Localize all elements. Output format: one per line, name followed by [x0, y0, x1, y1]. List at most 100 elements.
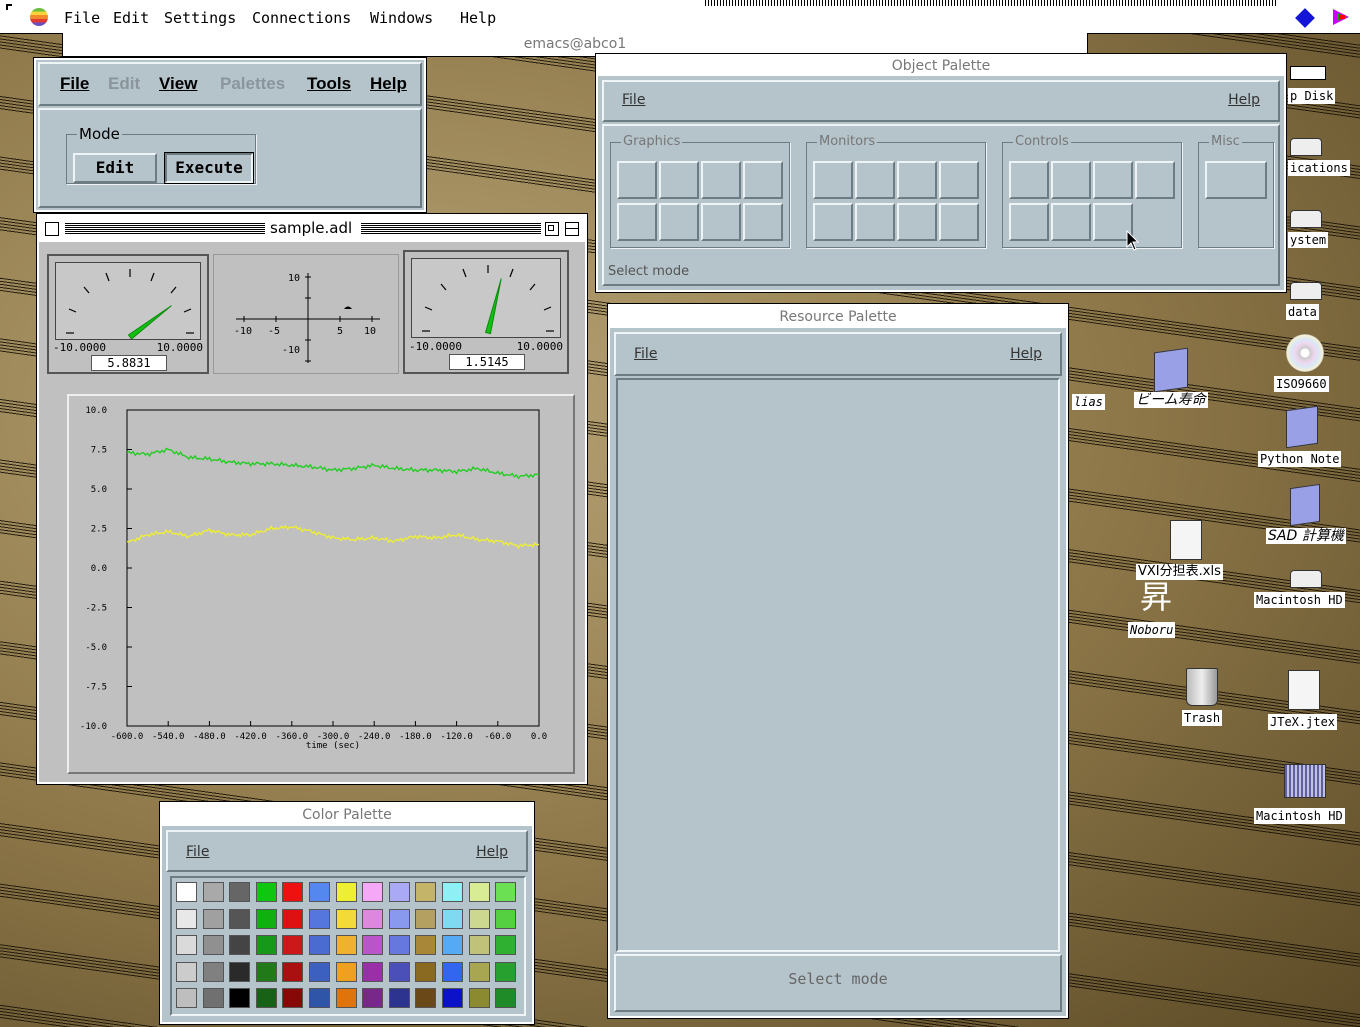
adl-titlebar[interactable]: sample.adl [39, 216, 585, 242]
graphics-tool[interactable] [701, 161, 741, 199]
color-swatch[interactable] [415, 988, 437, 1008]
color-swatch[interactable] [176, 882, 197, 902]
graphics-tool[interactable] [617, 161, 657, 199]
desktop-label-system[interactable]: ystem [1288, 232, 1329, 248]
graphics-tool[interactable] [659, 161, 699, 199]
color-swatch[interactable] [388, 988, 410, 1008]
color-swatch[interactable] [415, 935, 437, 955]
apple-menu-icon[interactable] [30, 8, 48, 26]
desktop-label-python-note[interactable]: Python Note [1258, 451, 1342, 467]
color-swatch[interactable] [255, 961, 277, 982]
color-swatch[interactable] [282, 935, 304, 955]
color-swatch[interactable] [202, 988, 224, 1008]
color-swatch[interactable] [282, 908, 304, 929]
main-menu-view[interactable]: View [159, 74, 197, 94]
color-swatch[interactable] [442, 908, 463, 929]
menu-windows[interactable]: Windows [370, 9, 433, 27]
menu-settings[interactable]: Settings [164, 9, 236, 27]
execute-mode-button[interactable]: Execute [164, 152, 254, 184]
drive-icon[interactable] [1290, 570, 1322, 588]
color-palette-file-menu[interactable]: File [186, 844, 209, 860]
color-swatch[interactable] [415, 882, 437, 902]
monitor-tool[interactable] [897, 203, 937, 241]
desktop-label-macintosh-hd[interactable]: Macintosh HD [1254, 592, 1345, 608]
color-swatch[interactable] [255, 908, 277, 929]
color-swatch[interactable] [229, 908, 251, 929]
desktop-label-iso9660[interactable]: ISO9660 [1274, 376, 1329, 392]
control-tool[interactable] [1051, 203, 1091, 241]
monitor-tool[interactable] [897, 161, 937, 199]
control-tool[interactable] [1051, 161, 1091, 199]
control-tool[interactable] [1093, 161, 1133, 199]
color-swatch[interactable] [176, 908, 197, 929]
color-swatch[interactable] [309, 961, 330, 982]
monitor-tool[interactable] [855, 161, 895, 199]
desktop-label-disk[interactable]: p Disk [1288, 88, 1336, 104]
menu-help[interactable]: Help [460, 9, 496, 27]
color-swatch[interactable] [229, 988, 251, 1008]
color-swatch[interactable] [202, 935, 224, 955]
control-tool[interactable] [1009, 203, 1049, 241]
drive-icon[interactable] [1290, 138, 1322, 156]
color-swatch[interactable] [255, 882, 277, 902]
color-palette-help-menu[interactable]: Help [476, 844, 508, 860]
folder-icon[interactable] [1286, 405, 1318, 449]
color-swatch[interactable] [309, 882, 330, 902]
color-swatch[interactable] [468, 908, 490, 929]
color-swatch[interactable] [442, 935, 463, 955]
color-swatch[interactable] [202, 882, 224, 902]
color-swatch[interactable] [335, 882, 357, 902]
color-swatch[interactable] [495, 908, 517, 929]
trash-icon[interactable] [1186, 668, 1218, 706]
color-swatch[interactable] [468, 935, 490, 955]
color-swatch[interactable] [309, 908, 330, 929]
color-swatch[interactable] [388, 882, 410, 902]
color-swatch[interactable] [362, 988, 384, 1008]
close-box-icon[interactable] [45, 222, 59, 236]
main-menu-help[interactable]: Help [370, 74, 407, 94]
color-swatch[interactable] [442, 988, 463, 1008]
monitor-tool[interactable] [939, 203, 979, 241]
desktop-label-sad-calculator[interactable]: SAD 計算機 [1266, 528, 1346, 544]
color-swatch[interactable] [282, 961, 304, 982]
resource-palette-file-menu[interactable]: File [634, 346, 657, 362]
main-menu-tools[interactable]: Tools [307, 74, 351, 94]
graphics-tool[interactable] [617, 203, 657, 241]
monitor-tool[interactable] [855, 203, 895, 241]
color-swatch[interactable] [415, 908, 437, 929]
color-swatch[interactable] [415, 961, 437, 982]
monitor-tool[interactable] [813, 161, 853, 199]
color-swatch[interactable] [495, 935, 517, 955]
color-swatch[interactable] [442, 882, 463, 902]
color-swatch[interactable] [309, 935, 330, 955]
color-swatch[interactable] [335, 935, 357, 955]
color-swatch[interactable] [282, 988, 304, 1008]
color-swatch[interactable] [468, 988, 490, 1008]
document-icon[interactable] [1288, 670, 1320, 710]
color-swatch[interactable] [202, 961, 224, 982]
desktop-label-jtex[interactable]: JTeX.jtex [1268, 714, 1338, 730]
color-swatch[interactable] [176, 988, 197, 1008]
color-swatch[interactable] [495, 988, 517, 1008]
menu-edit[interactable]: Edit [113, 9, 149, 27]
color-swatch[interactable] [442, 961, 463, 982]
network-drive-icon[interactable] [1284, 764, 1326, 798]
misc-tool[interactable] [1205, 161, 1267, 199]
color-swatch[interactable] [229, 882, 251, 902]
noboru-icon[interactable]: 昇 [1140, 580, 1172, 614]
color-swatch[interactable] [362, 935, 384, 955]
color-swatch[interactable] [468, 882, 490, 902]
disk-icon[interactable] [1290, 66, 1326, 80]
control-tool[interactable] [1009, 161, 1049, 199]
desktop-label-applications[interactable]: ications [1288, 160, 1350, 176]
zoom-box-icon[interactable] [545, 222, 559, 236]
monitor-tool[interactable] [813, 203, 853, 241]
folder-icon[interactable] [1290, 483, 1320, 527]
color-swatch[interactable] [176, 935, 197, 955]
color-swatch[interactable] [468, 961, 490, 982]
color-swatch[interactable] [388, 908, 410, 929]
color-swatch[interactable] [255, 988, 277, 1008]
monitor-tool[interactable] [939, 161, 979, 199]
color-swatch[interactable] [229, 961, 251, 982]
edit-mode-button[interactable]: Edit [73, 153, 157, 183]
